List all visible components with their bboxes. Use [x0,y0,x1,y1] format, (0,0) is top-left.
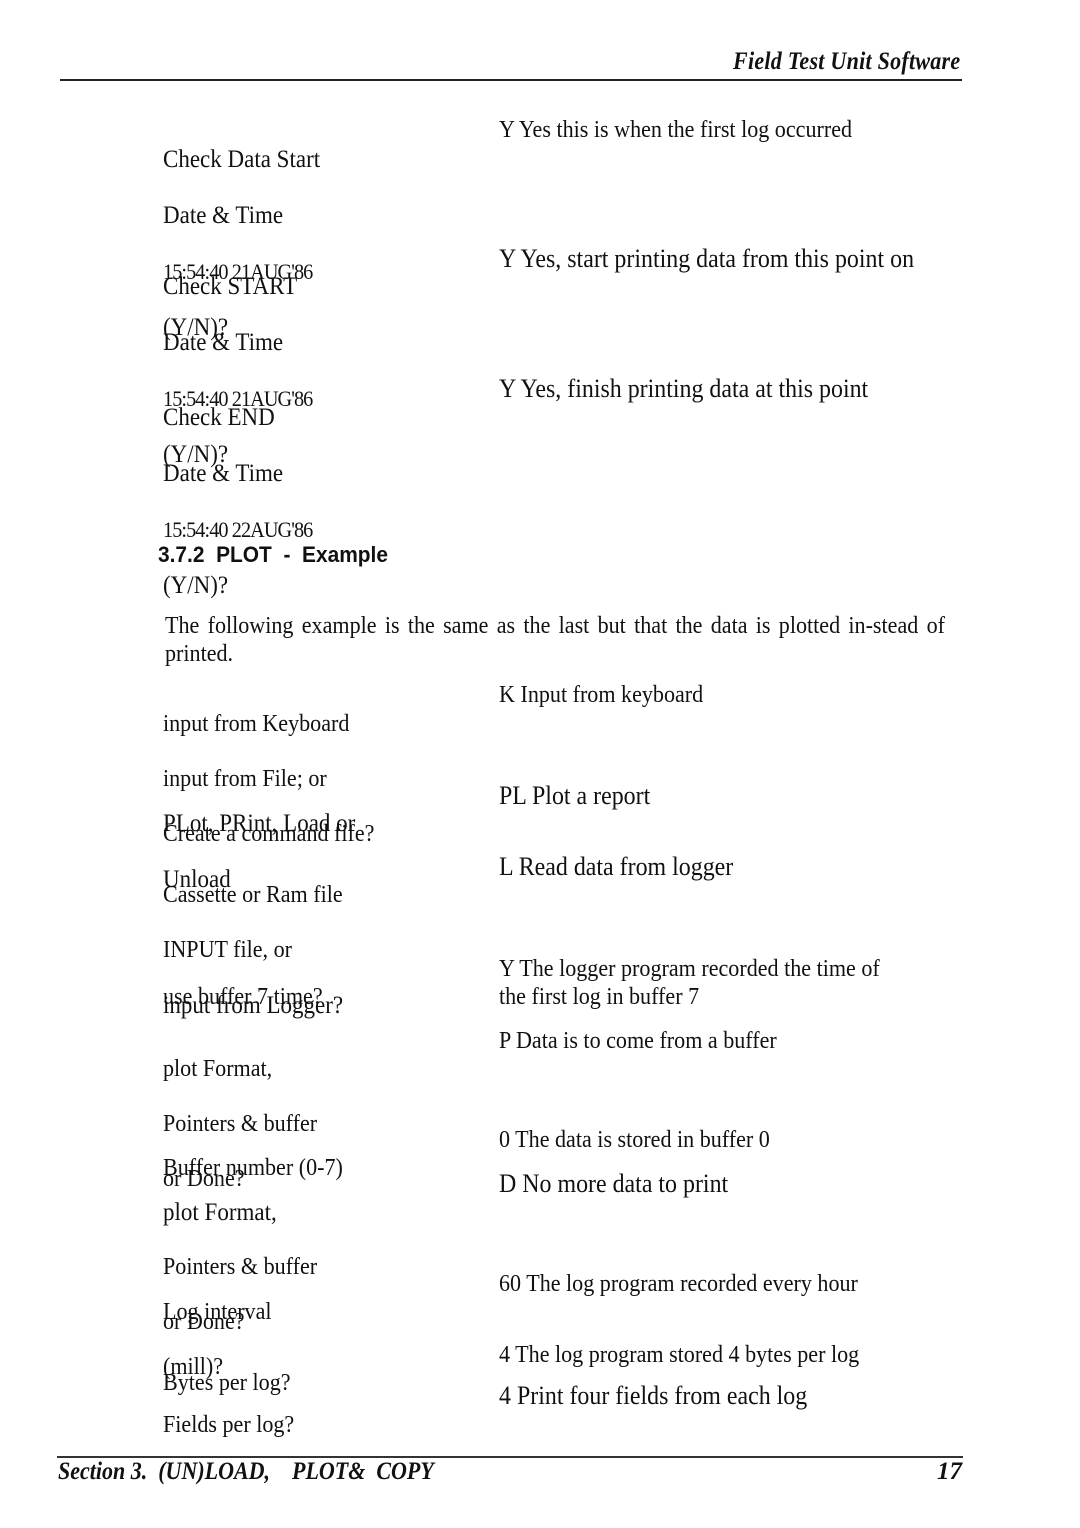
page-number: 17 [937,1458,962,1485]
response-data-source: L Read data from logger [499,852,734,881]
prompt-line: Check START [163,273,298,300]
response-plot-format-1: P Data is to come from a buffer [499,1028,777,1054]
prompt-line: input from Keyboard [163,710,350,737]
prompt-line: Fields per log? [163,1411,295,1438]
prompt-line: Date & Time [163,460,284,487]
prompt-use-buffer: use buffer 7 time? [163,956,457,1039]
prompt-line: Date & Time [163,329,284,356]
response-check-end: Y Yes, finish printing data at this poin… [499,374,869,403]
prompt-line: Cassette or Ram file [163,881,343,908]
prompt-line: Log interval [163,1298,272,1325]
prompt-line: Check END [163,404,275,431]
header-title: Field Test Unit Software [732,48,960,75]
header-rule [60,79,962,81]
prompt-line: PLot, PRint, Load or [163,810,356,837]
prompt-line: use buffer 7 time? [163,983,323,1010]
response-check-data-start: Y Yes this is when the first log occurre… [499,117,853,143]
prompt-fields-per-log: Fields per log? [163,1384,457,1467]
footer-section-label: Section 3. (UN)LOAD, PLOT& COPY [58,1458,434,1485]
response-use-buffer: Y The logger program recorded the time o… [499,956,880,1010]
prompt-check-end: Check END Date & Time 15:54:40 22AUG'86 … [163,376,457,628]
response-input-source: K Input from keyboard [499,682,704,708]
response-fields-per-log: 4 Print four fields from each log [499,1381,808,1410]
response-plot-format-2: D No more data to print [499,1169,729,1198]
response-plot-print: PL Plot a report [499,781,651,810]
prompt-line: (Y/N)? [163,572,229,599]
response-bytes-per-log: 4 The log program stored 4 bytes per log [499,1342,860,1368]
response-check-start: Y Yes, start printing data from this poi… [499,244,915,273]
section-heading: 3.7.2 PLOT - Example [158,542,388,567]
prompt-line: Date & Time [163,202,284,229]
prompt-line: plot Format, [163,1198,277,1226]
prompt-line: plot Format, [163,1055,273,1082]
response-buffer-number: 0 The data is stored in buffer 0 [499,1127,770,1153]
timestamp: 15:54:40 22AUG'86 [163,517,313,542]
section-intro: The following example is the same as the… [165,613,945,667]
prompt-line: Check Data Start [163,146,321,173]
response-log-interval: 60 The log program recorded every hour [499,1271,858,1297]
